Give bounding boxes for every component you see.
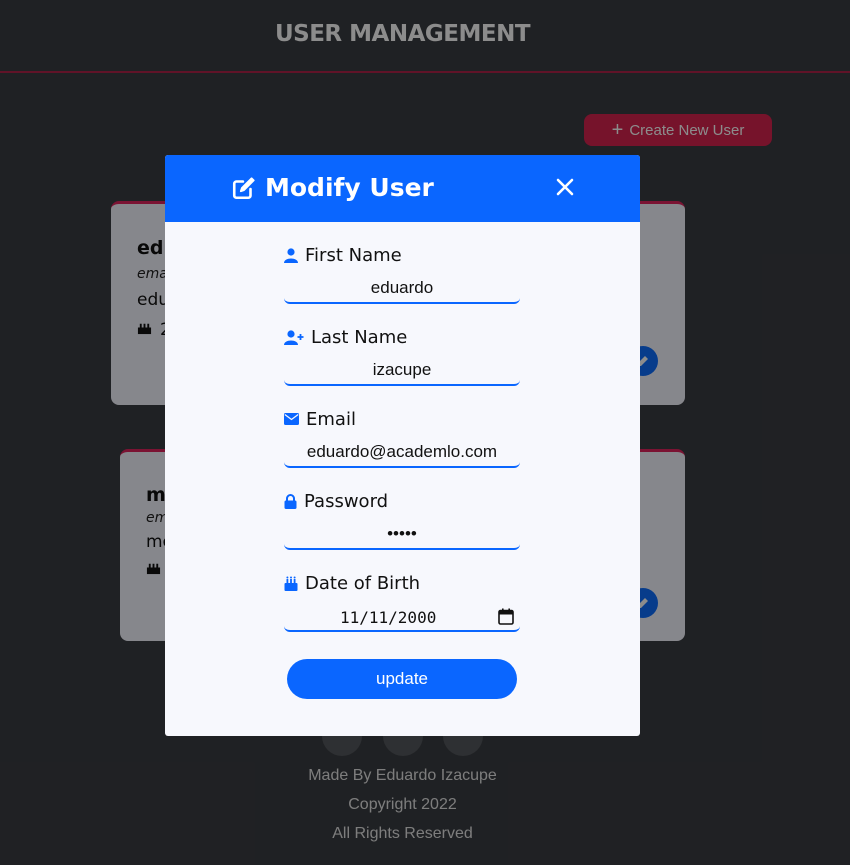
user-plus-icon — [284, 329, 304, 345]
modify-user-modal: Modify User First Name Last Name — [165, 155, 640, 736]
modal-title: Modify User — [231, 173, 434, 202]
last-name-label: Last Name — [311, 326, 408, 348]
password-input[interactable] — [284, 520, 520, 550]
birth-date-input[interactable]: 11/11/2000 — [284, 602, 520, 632]
birth-field: Date of Birth 11/11/2000 — [284, 572, 520, 632]
close-icon — [556, 178, 574, 196]
close-button[interactable] — [554, 176, 576, 198]
password-label-row: Password — [284, 490, 520, 512]
email-label-row: Email — [284, 408, 520, 430]
edit-icon — [232, 176, 255, 199]
email-field: Email — [284, 408, 520, 468]
first-name-field: First Name — [284, 244, 520, 304]
email-input[interactable] — [284, 438, 520, 468]
modal-title-text: Modify User — [265, 173, 434, 202]
envelope-icon — [284, 413, 299, 425]
birth-label-row: Date of Birth — [284, 572, 520, 594]
birth-label: Date of Birth — [305, 572, 421, 594]
password-field: Password — [284, 490, 520, 550]
first-name-label-row: First Name — [284, 244, 520, 266]
user-icon — [284, 247, 298, 263]
last-name-label-row: Last Name — [284, 326, 520, 348]
calendar-icon[interactable] — [498, 608, 514, 625]
password-label: Password — [304, 490, 389, 512]
modal-header: Modify User — [165, 155, 640, 222]
birthday-cake-icon — [284, 576, 298, 591]
last-name-field: Last Name — [284, 326, 520, 386]
birth-date-value: 11/11/2000 — [340, 608, 437, 627]
first-name-input[interactable] — [284, 274, 520, 304]
update-button[interactable]: update — [287, 659, 517, 699]
email-label: Email — [306, 408, 356, 430]
first-name-label: First Name — [305, 244, 402, 266]
last-name-input[interactable] — [284, 356, 520, 386]
lock-icon — [284, 493, 297, 509]
